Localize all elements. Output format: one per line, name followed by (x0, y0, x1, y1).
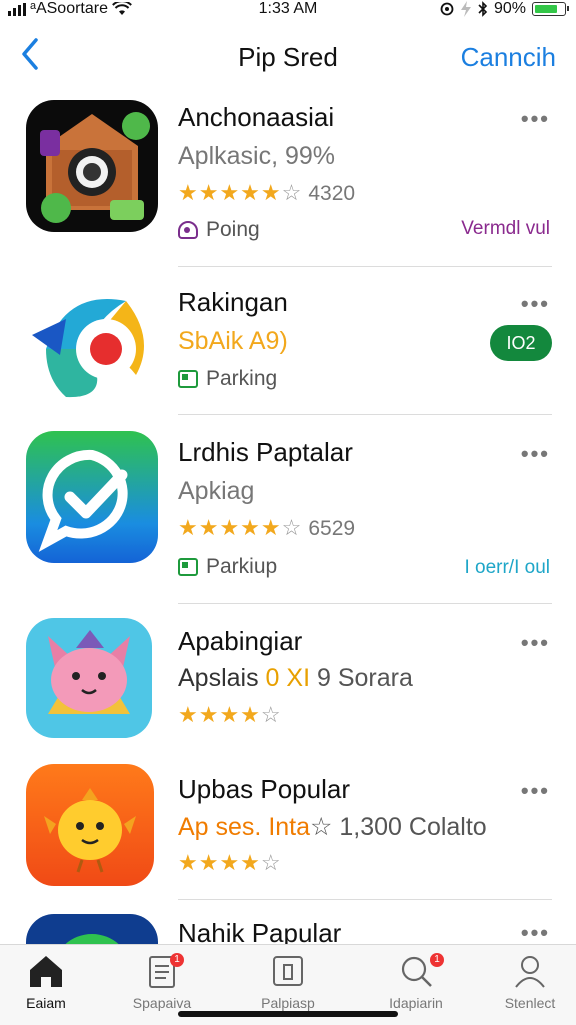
filled-stars: ★★★★★ (178, 515, 282, 540)
app-name: Rakingan (178, 287, 288, 317)
category-icon (178, 370, 198, 388)
tab-label: Stenlect (504, 995, 556, 1011)
search-icon (401, 956, 432, 987)
app-icon-camera-house (26, 100, 158, 232)
more-options-icon[interactable]: ••• (521, 778, 550, 804)
alarm-icon (460, 1, 471, 17)
get-button[interactable]: IO2 (490, 325, 552, 361)
filled-stars: ★★★★ (178, 850, 261, 875)
location-icon (440, 2, 454, 16)
empty-star-icon: ☆ (260, 850, 282, 875)
app-subtitle: Ap ses. Inta☆ 1,300 Colalto (178, 812, 487, 842)
filled-stars: ★★★★ (178, 702, 261, 727)
app-link[interactable]: Vermdl vul (461, 218, 550, 240)
subtitle-text: Ap ses. Inta (178, 813, 311, 841)
status-right: 90% (440, 0, 569, 18)
list-item[interactable]: Nahik Papular ••• (0, 900, 576, 944)
list-item[interactable]: Upbas Popular Ap ses. Inta☆ 1,300 Colalt… (0, 752, 576, 900)
list-item[interactable]: Lrdhis Paptalar Apkiag ★★★★★☆ 6529 Parkiu… (0, 415, 576, 604)
tab-label: Eaiam (26, 995, 66, 1011)
star-rating: ★★★★☆ (178, 702, 282, 728)
mailbox-icon (273, 956, 303, 986)
list-item[interactable]: Anchonaasiai Aplkasic, 99% ★★★★★☆ 4320 Po… (0, 96, 576, 267)
category-label: Parkiup (206, 555, 278, 578)
app-icon-chick (26, 764, 154, 886)
tab-documents[interactable]: 1 Spapaiva (112, 953, 212, 1011)
tab-search[interactable]: 1 Idapiarin (366, 953, 466, 1011)
more-options-icon[interactable]: ••• (521, 920, 550, 944)
app-subtitle: Apslais 0 XI 9 Sorara (178, 664, 413, 693)
app-icon-record (26, 279, 158, 411)
app-name: Lrdhis Paptalar (178, 437, 353, 467)
filled-stars: ★★★★★ (178, 180, 282, 205)
category-tag: Parkiup (178, 555, 277, 579)
subtitle-highlight: 0 XI (265, 664, 311, 692)
navigation-bar: Pip Sred Canncih (0, 30, 576, 80)
app-subtitle: Apkiag (178, 477, 255, 505)
star-rating: ★★★★★☆ 6529 (178, 515, 355, 541)
empty-star-icon: ☆ (260, 702, 282, 727)
list-item[interactable]: Rakingan SbAik A9) Parking ••• IO2 (0, 267, 576, 415)
category-label: Parking (206, 367, 278, 390)
more-options-icon[interactable]: ••• (521, 630, 550, 656)
category-icon (178, 221, 198, 239)
category-tag: Parking (178, 367, 277, 391)
cancel-button[interactable]: Canncih (461, 42, 556, 73)
status-bar: ᵃASoortare 1:33 AM 90% (0, 0, 576, 22)
app-icon-partial (26, 914, 158, 944)
app-name: Anchonaasiai (178, 102, 335, 132)
more-options-icon[interactable]: ••• (521, 106, 550, 132)
tab-label: Spapaiva (132, 995, 192, 1011)
person-icon (515, 956, 545, 988)
category-tag: Poing (178, 218, 260, 242)
app-icon-check-chat (26, 431, 158, 563)
app-name: Nahik Papular (178, 918, 342, 944)
app-name: Apabingiar (178, 626, 303, 656)
more-options-icon[interactable]: ••• (521, 291, 550, 317)
rating-count: 4320 (308, 182, 356, 205)
more-options-icon[interactable]: ••• (521, 441, 550, 467)
subtitle-text: Apslais (178, 664, 259, 692)
app-icon-cat (26, 618, 152, 738)
notification-badge: 1 (170, 953, 184, 967)
battery-icon (532, 2, 569, 16)
tab-mailbox[interactable]: Palpiasp (238, 953, 338, 1011)
list-item[interactable]: Apabingiar Apslais 0 XI 9 Sorara ★★★★☆ •… (0, 604, 576, 752)
rating-count: 6529 (308, 517, 356, 540)
star-rating: ★★★★☆ (178, 850, 282, 876)
battery-percent: 90% (493, 0, 526, 17)
tab-label: Palpiasp (261, 995, 315, 1011)
category-icon (178, 558, 198, 576)
empty-star-icon: ☆ (281, 180, 303, 205)
star-rating: ★★★★★☆ 4320 (178, 180, 355, 206)
tab-profile[interactable]: Stenlect (480, 953, 576, 1011)
app-subtitle: Aplkasic, 99% (178, 142, 336, 170)
category-label: Poing (206, 218, 260, 241)
app-name: Upbas Popular (178, 774, 350, 804)
subtitle-tail: ☆ 1,300 Colalto (310, 813, 487, 841)
subtitle-tail: 9 Sorara (316, 664, 413, 692)
tab-home[interactable]: Eaiam (0, 953, 96, 1011)
notification-badge: 1 (430, 953, 444, 967)
tab-label: Idapiarin (389, 995, 443, 1011)
app-link[interactable]: I oerr/I oul (464, 557, 550, 579)
empty-star-icon: ☆ (281, 515, 303, 540)
home-indicator (178, 1011, 398, 1017)
home-icon (30, 956, 62, 987)
app-subtitle: SbAik A9) (178, 327, 288, 355)
bluetooth-icon (478, 1, 488, 17)
